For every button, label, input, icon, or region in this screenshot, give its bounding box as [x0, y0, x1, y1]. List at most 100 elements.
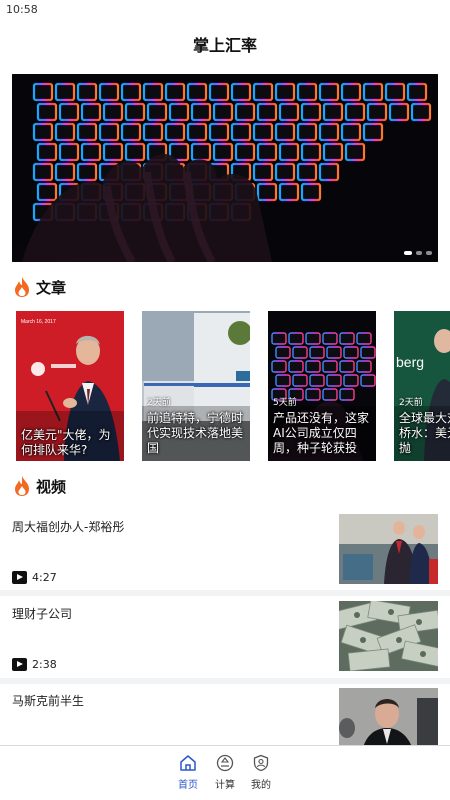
- keyboard-key: [366, 102, 388, 122]
- keyboard-key: [252, 122, 274, 142]
- video-meta: 4:27: [12, 571, 57, 584]
- tab-home[interactable]: 首页: [168, 754, 208, 791]
- tab-home-label: 首页: [178, 780, 198, 791]
- article-age: 5天前: [273, 398, 297, 408]
- keyboard-key: [252, 82, 274, 102]
- thumbnail-caption-text: March 16, 2017: [21, 319, 56, 325]
- keyboard-key: [208, 82, 230, 102]
- keyboard-key: [322, 102, 344, 122]
- video-meta: 2:38: [12, 658, 57, 671]
- calculator-icon: [216, 754, 234, 772]
- keyboard-key: [252, 162, 274, 182]
- video-title: 周大福创办人-郑裕彤: [12, 520, 125, 534]
- article-age: 2天前: [399, 398, 423, 408]
- keyboard-key: [343, 346, 359, 359]
- video-list-item[interactable]: 理财子公司 2:38: [0, 601, 450, 685]
- thumbnail-caption-text: berg: [396, 354, 424, 370]
- article-card[interactable]: 5天前 产品还没有，这家AI公司成立仅四周，种子轮获投: [268, 311, 376, 461]
- divider: [0, 590, 450, 596]
- play-icon: [12, 658, 27, 671]
- bottom-tab-bar: 首页 计算 我的: [0, 745, 450, 800]
- keyboard-key: [305, 332, 321, 345]
- carousel-dot[interactable]: [416, 251, 422, 255]
- keyboard-key: [168, 102, 190, 122]
- play-icon: [12, 571, 27, 584]
- keyboard-key: [80, 142, 102, 162]
- status-time: 10:58: [6, 3, 38, 16]
- article-card[interactable]: berg 2天前 全球最大对冲基金桥水：美元利欧，抛: [394, 311, 450, 461]
- keyboard-key: [339, 360, 355, 373]
- keyboard-key: [164, 82, 186, 102]
- keyboard-key: [360, 346, 376, 359]
- keyboard-key: [356, 332, 372, 345]
- keyboard-key: [318, 162, 340, 182]
- keyboard-key: [322, 360, 338, 373]
- keyboard-key: [54, 162, 76, 182]
- keyboard-key: [322, 142, 344, 162]
- keyboard-key: [296, 82, 318, 102]
- keyboard-key: [274, 162, 296, 182]
- keyboard-key: [230, 82, 252, 102]
- videos-section-label: 视频: [36, 477, 67, 496]
- keyboard-key: [54, 122, 76, 142]
- keyboard-key: [410, 102, 432, 122]
- keyboard-key: [326, 346, 342, 359]
- keyboard-key: [362, 122, 384, 142]
- keyboard-key: [339, 332, 355, 345]
- keyboard-key: [32, 162, 54, 182]
- keyboard-key: [76, 122, 98, 142]
- keyboard-key: [212, 142, 234, 162]
- keyboard-key: [288, 360, 304, 373]
- keyboard-key: [288, 332, 304, 345]
- keyboard-key: [362, 82, 384, 102]
- article-age: 2天前: [147, 398, 171, 408]
- keyboard-key: [234, 142, 256, 162]
- tab-profile-label: 我的: [251, 780, 271, 791]
- carousel-indicator: [404, 251, 432, 255]
- article-card[interactable]: 2天前 前追特特，宁德时代实现技术落地美国: [142, 311, 250, 461]
- keyboard-key: [190, 142, 212, 162]
- video-title: 理财子公司: [12, 607, 73, 621]
- article-title: 亿美元"大佬，为何排队来华?: [21, 428, 111, 457]
- keyboard-key: [305, 360, 321, 373]
- keyboard-key: [102, 142, 124, 162]
- keyboard-key: [124, 102, 146, 122]
- keyboard-key: [120, 122, 142, 142]
- profile-shield-icon: [253, 754, 269, 772]
- video-list-item[interactable]: 周大福创办人-郑裕彤 4:27: [0, 514, 450, 598]
- keyboard-key: [356, 360, 372, 373]
- keyboard-key: [54, 82, 76, 102]
- keyboard-key: [186, 122, 208, 142]
- keyboard-key: [164, 122, 186, 142]
- keyboard-key: [360, 374, 376, 387]
- tab-calculate-label: 计算: [215, 780, 235, 791]
- keyboard-key: [120, 82, 142, 102]
- tab-calculate[interactable]: 计算: [205, 754, 245, 791]
- carousel-dot[interactable]: [426, 251, 432, 255]
- article-title: 前追特特，宁德时代实现技术落地美国: [147, 411, 244, 455]
- keyboard-key: [58, 102, 80, 122]
- keyboard-key: [208, 122, 230, 142]
- video-duration: 4:27: [32, 571, 57, 584]
- keyboard-key: [305, 388, 321, 401]
- keyboard-key: [80, 102, 102, 122]
- keyboard-key: [256, 102, 278, 122]
- keyboard-key: [230, 122, 252, 142]
- keyboard-key: [300, 142, 322, 162]
- carousel-dot[interactable]: [404, 251, 412, 255]
- page-title: 掌上汇率: [192, 36, 257, 55]
- articles-carousel[interactable]: March 16, 2017 亿美元"大佬，为何排队来华? 2天前 前追特特，宁…: [16, 311, 450, 461]
- keyboard-key: [300, 102, 322, 122]
- keyboard-key: [343, 374, 359, 387]
- article-card[interactable]: March 16, 2017 亿美元"大佬，为何排队来华?: [16, 311, 124, 461]
- tab-profile[interactable]: 我的: [241, 754, 281, 791]
- keyboard-key: [296, 162, 318, 182]
- banner-carousel[interactable]: [12, 74, 438, 262]
- keyboard-key: [274, 122, 296, 142]
- keyboard-key: [36, 142, 58, 162]
- video-duration: 2:38: [32, 658, 57, 671]
- keyboard-key: [275, 346, 291, 359]
- keyboard-key: [309, 346, 325, 359]
- keyboard-key: [271, 332, 287, 345]
- keyboard-key: [406, 82, 428, 102]
